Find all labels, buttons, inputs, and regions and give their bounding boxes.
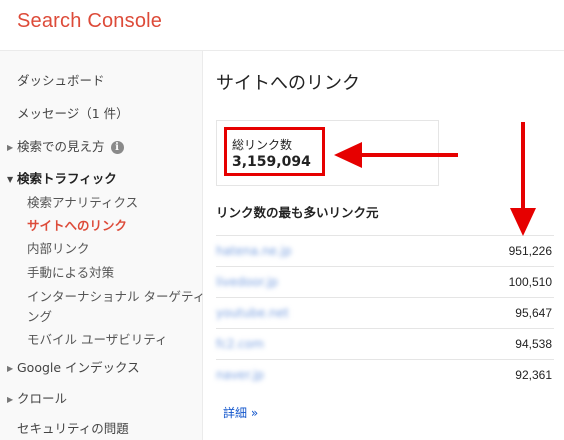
sidebar-item-internal-links[interactable]: 内部リンク (27, 238, 90, 257)
linking-site-link[interactable]: hatena.ne.jp (216, 244, 292, 258)
link-count: 951,226 (508, 244, 552, 258)
sidebar-item-label: Google インデックス (17, 360, 140, 375)
sidebar-item-label: 検索トラフィック (17, 171, 117, 186)
top-linking-sites-heading: リンク数の最も多いリンク元 (216, 205, 379, 220)
link-count: 95,647 (515, 306, 552, 320)
linking-site-link[interactable]: naver.jp (216, 368, 264, 382)
link-count: 100,510 (508, 275, 552, 289)
app-title[interactable]: Search Console (17, 10, 162, 33)
sidebar-item-crawl[interactable]: ▶ クロール (7, 388, 67, 407)
sidebar-item-search-analytics[interactable]: 検索アナリティクス (27, 192, 138, 211)
sidebar-item-messages[interactable]: メッセージ（1 件） (17, 103, 129, 122)
sidebar-item-dashboard[interactable]: ダッシュボード (17, 70, 105, 89)
table-row: livedoor.jp 100,510 (216, 266, 554, 297)
expand-triangle-icon[interactable]: ▶ (7, 364, 17, 373)
sidebar-item-security-issues[interactable]: セキュリティの問題 (17, 418, 129, 437)
sidebar-item-manual-actions[interactable]: 手動による対策 (27, 262, 114, 281)
expand-triangle-icon[interactable]: ▶ (7, 143, 17, 152)
header: Search Console (0, 0, 564, 51)
info-icon[interactable]: i (110, 141, 124, 154)
sidebar-item-search-appearance[interactable]: ▶ 検索での見え方 i (7, 136, 124, 155)
sidebar-item-label: クロール (17, 391, 68, 406)
sidebar-item-international-targeting[interactable]: インターナショナル ターゲティ (27, 286, 205, 305)
details-link[interactable]: 詳細 » (223, 404, 258, 421)
link-count: 94,538 (515, 337, 552, 351)
total-links-value: 3,159,094 (232, 154, 311, 170)
linking-site-link[interactable]: fc2.com (216, 337, 264, 351)
sidebar-item-links-to-site[interactable]: サイトへのリンク (27, 215, 127, 234)
link-count: 92,361 (515, 368, 552, 382)
linking-site-link[interactable]: youtube.net (216, 306, 289, 320)
total-links-label: 総リンク数 (232, 138, 293, 152)
page-title: サイトへのリンク (216, 73, 360, 94)
sidebar-item-google-index[interactable]: ▶ Google インデックス (7, 357, 140, 376)
sidebar-item-label: 検索での見え方 (17, 139, 105, 154)
expand-triangle-icon[interactable]: ▶ (7, 395, 17, 404)
linking-site-link[interactable]: livedoor.jp (216, 275, 278, 289)
search-console-window: Search Console ダッシュボード メッセージ（1 件） ▶ 検索での見… (0, 0, 564, 440)
table-row: naver.jp 92,361 (216, 359, 554, 390)
sidebar-item-international-targeting-wrap[interactable]: ング (27, 306, 52, 325)
table-row: youtube.net 95,647 (216, 297, 554, 328)
table-row: fc2.com 94,538 (216, 328, 554, 359)
collapse-triangle-icon[interactable]: ▼ (7, 175, 17, 184)
table-row: hatena.ne.jp 951,226 (216, 235, 554, 266)
sidebar-item-mobile-usability[interactable]: モバイル ユーザビリティ (27, 329, 167, 348)
sidebar-item-search-traffic[interactable]: ▼ 検索トラフィック (7, 168, 117, 187)
